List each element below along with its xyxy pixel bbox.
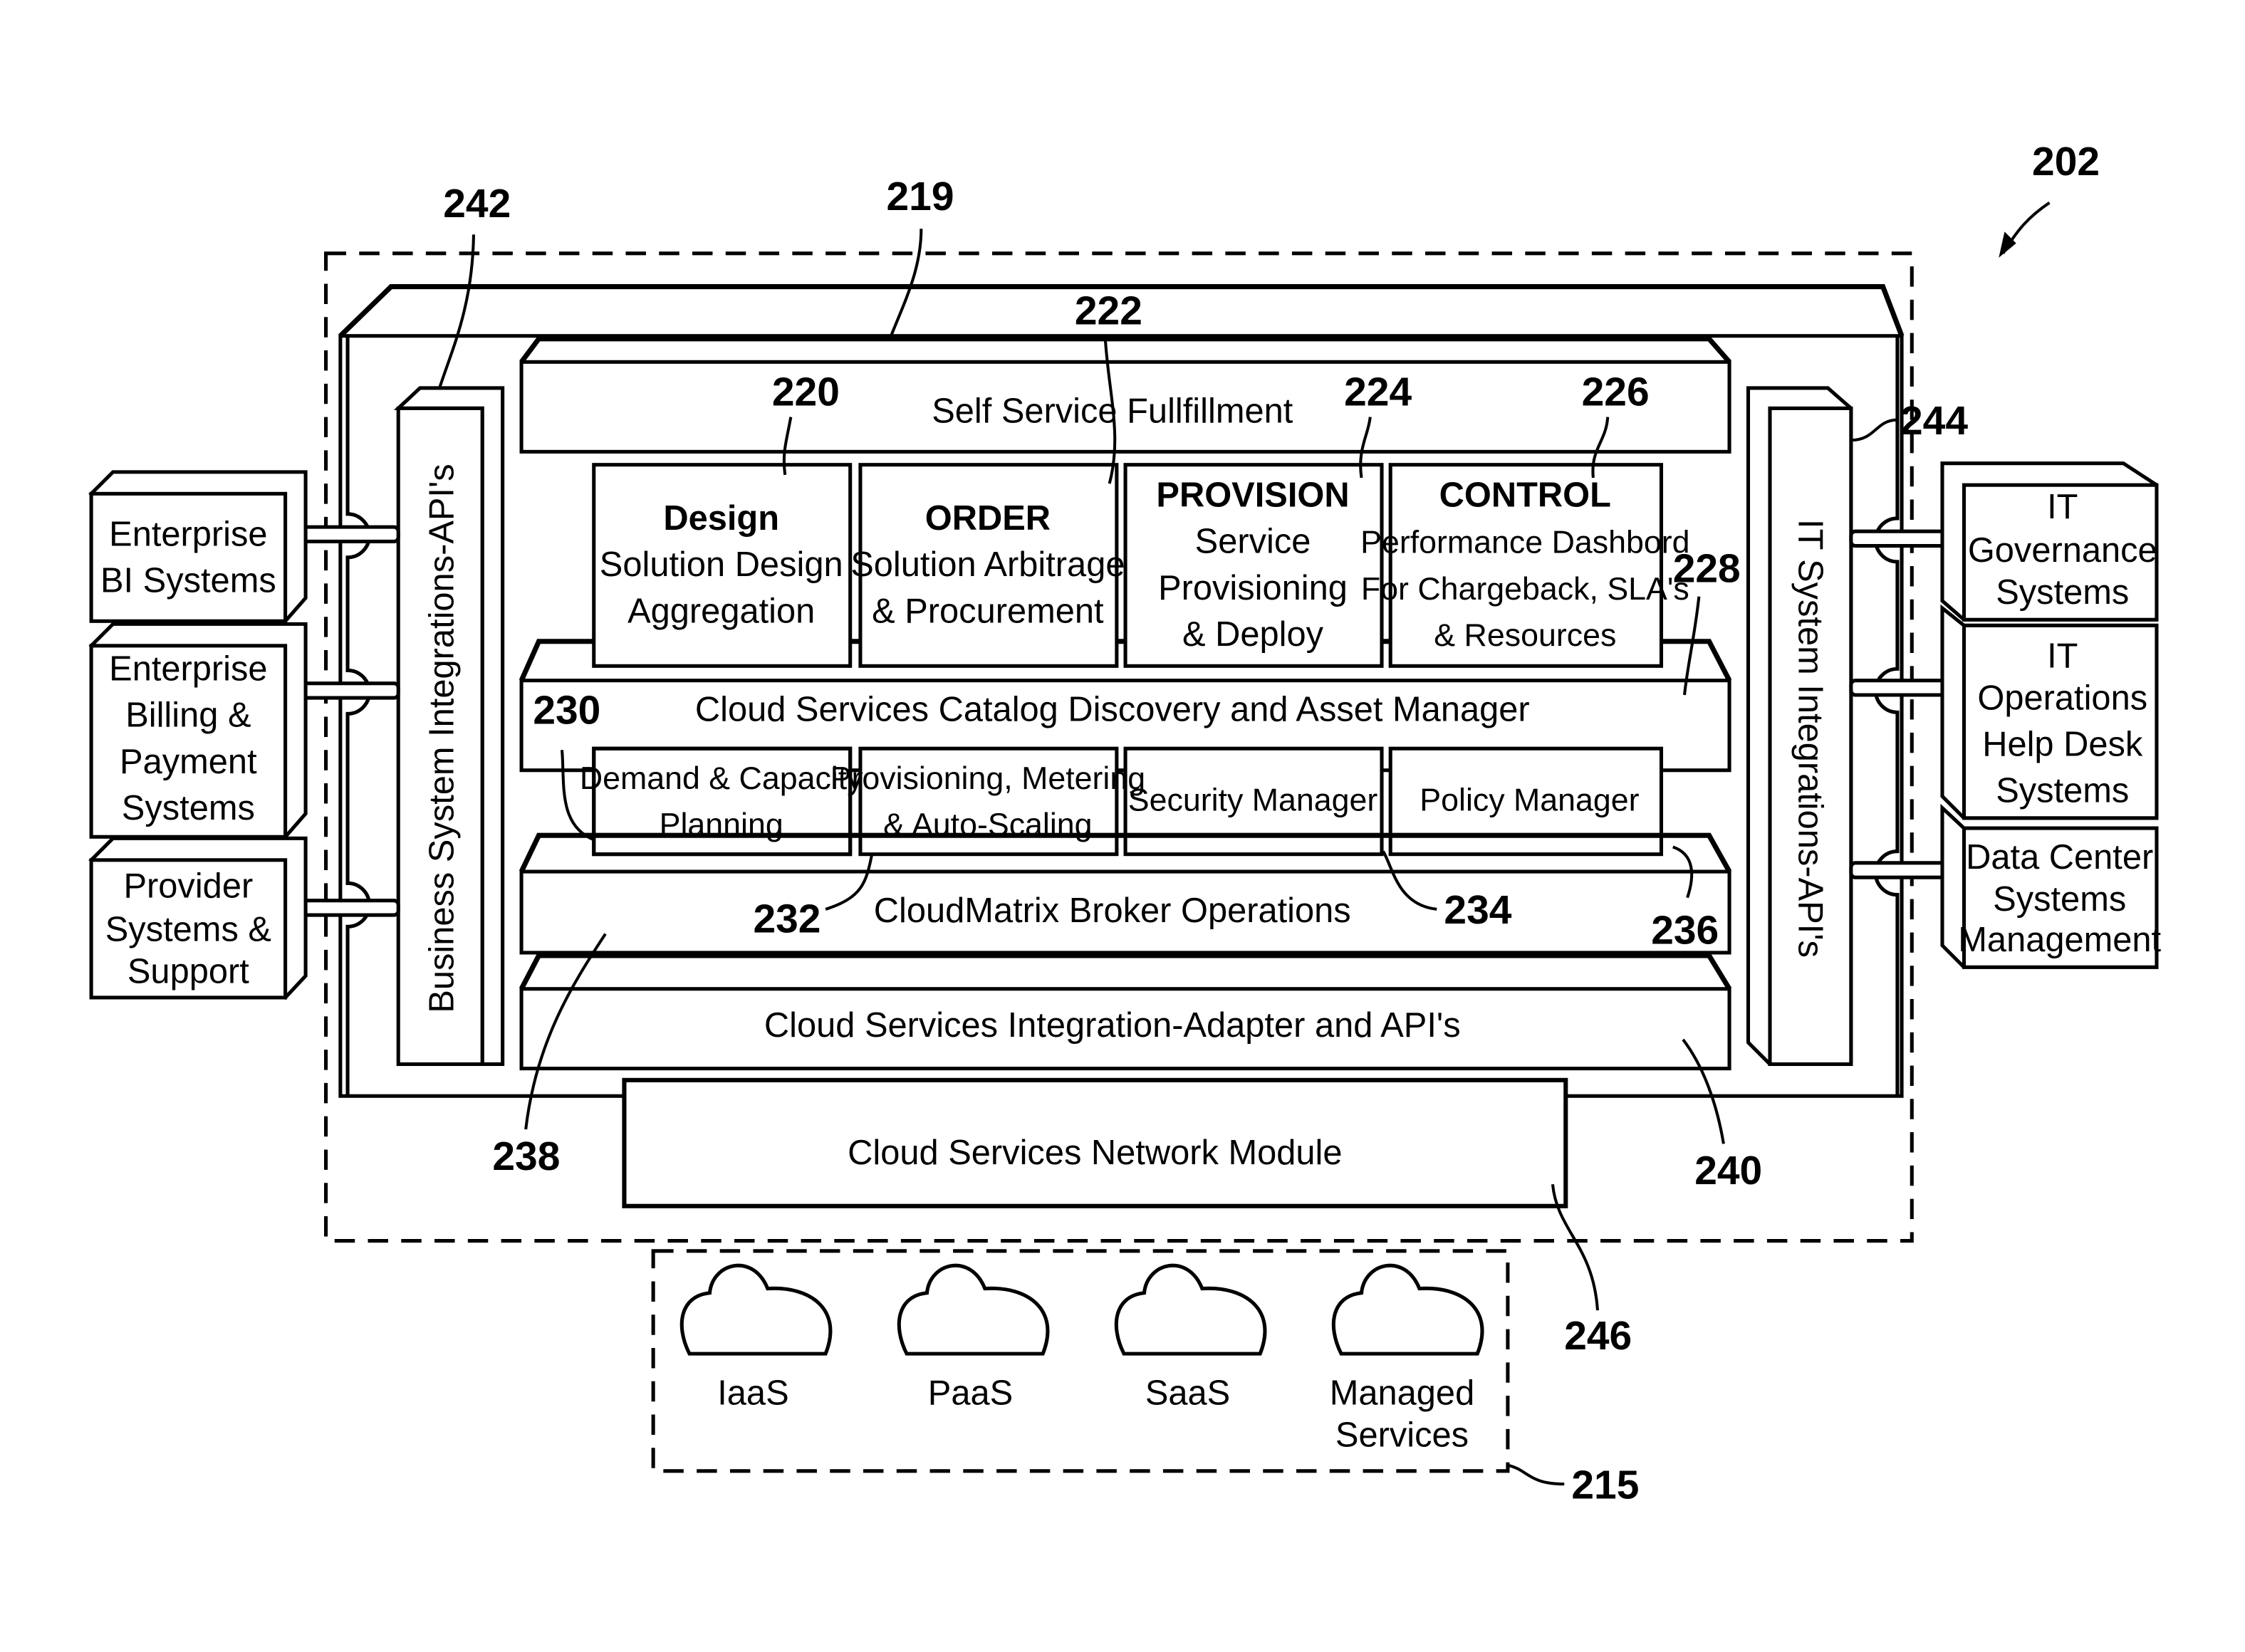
ref-238: 238 xyxy=(492,1134,560,1179)
module-provision-line-2: Provisioning xyxy=(1158,569,1348,607)
module-row: Design Solution Design Aggregation ORDER… xyxy=(592,463,1690,668)
right-system-1-line-1: IT xyxy=(2047,488,2078,526)
ref-220: 220 xyxy=(772,369,840,414)
ref-230: 230 xyxy=(533,688,600,733)
left-system-3-line-3: Support xyxy=(127,953,249,991)
left-system-enterprise-bi[interactable]: Enterprise BI Systems xyxy=(88,470,308,624)
left-system-2-line-2: Billing & xyxy=(125,696,251,735)
module-provision-title: PROVISION xyxy=(1156,476,1349,515)
right-system-2-line-1: IT xyxy=(2047,637,2078,675)
network-module: Cloud Services Network Module xyxy=(622,1077,1568,1208)
ref-242: 242 xyxy=(443,181,511,226)
ref-232: 232 xyxy=(753,896,821,941)
right-system-it-operations[interactable]: IT Operations Help Desk Systems xyxy=(1940,604,2159,820)
ref-222: 222 xyxy=(1075,288,1142,333)
ref-215: 215 xyxy=(1571,1462,1639,1507)
right-system-2-line-3: Help Desk xyxy=(1982,725,2143,763)
left-system-2-line-1: Enterprise xyxy=(109,650,267,689)
left-system-enterprise-billing[interactable]: Enterprise Billing & Payment Systems xyxy=(88,622,308,840)
ref-215-leader xyxy=(1507,1463,1565,1486)
module-order-line-2: & Procurement xyxy=(872,592,1104,630)
cloud-managed-label-2: Services xyxy=(1335,1416,1469,1454)
module-order-title: ORDER xyxy=(925,499,1051,538)
ref-219: 219 xyxy=(887,174,954,219)
cloud-paas[interactable]: PaaS xyxy=(897,1263,1050,1412)
cloud-saas[interactable]: SaaS xyxy=(1114,1263,1267,1412)
manager-demand-line-1: Demand & Capacity xyxy=(580,761,863,796)
left-system-2-line-3: Payment xyxy=(120,743,257,781)
manager-security-label: Security Manager xyxy=(1128,783,1378,818)
broker-operations-label: CloudMatrix Broker Operations xyxy=(874,892,1351,930)
right-system-data-center[interactable]: Data Center Systems Management xyxy=(1940,803,2162,969)
it-system-integrations-column: IT System Integrations-API's xyxy=(1746,386,1853,1067)
right-system-3-line-3: Management xyxy=(1958,921,2161,959)
ref-228: 228 xyxy=(1673,545,1741,591)
module-control-title: CONTROL xyxy=(1439,476,1611,515)
network-module-label: Cloud Services Network Module xyxy=(848,1134,1342,1172)
cloud-icon xyxy=(1331,1263,1484,1356)
business-system-integrations-label: Business System Integrations-API's xyxy=(422,464,461,1013)
cloud-paas-label: PaaS xyxy=(928,1374,1013,1412)
module-control-line-3: & Resources xyxy=(1434,618,1616,653)
module-provision-line-3: & Deploy xyxy=(1182,615,1324,654)
ref-234: 234 xyxy=(1444,887,1511,933)
left-system-1-line-1: Enterprise xyxy=(109,516,267,554)
cloud-iaas[interactable]: IaaS xyxy=(679,1263,833,1412)
module-provision-line-1: Service xyxy=(1195,523,1311,561)
business-system-integrations-column: Business System Integrations-API's xyxy=(393,386,505,1067)
left-system-provider[interactable]: Provider Systems & Support xyxy=(88,836,308,1000)
catalog-discovery-label: Cloud Services Catalog Discovery and Ass… xyxy=(695,691,1530,729)
ref-236: 236 xyxy=(1651,908,1719,953)
ref-202: 202 xyxy=(2032,139,2100,184)
left-system-2-line-4: Systems xyxy=(122,789,255,827)
ref-246: 246 xyxy=(1564,1313,1632,1359)
right-system-3-line-2: Systems xyxy=(1993,880,2126,919)
left-system-3-line-1: Provider xyxy=(124,867,254,906)
module-control-line-2: For Chargeback, SLA's xyxy=(1361,572,1689,607)
right-system-2-line-4: Systems xyxy=(1996,771,2129,810)
cloud-icon xyxy=(897,1263,1050,1356)
left-system-3-line-2: Systems & xyxy=(105,911,271,949)
module-design-line-1: Solution Design xyxy=(600,545,843,584)
ref-244: 244 xyxy=(1900,398,1968,444)
cloud-icon xyxy=(1114,1263,1267,1356)
cloud-iaas-label: IaaS xyxy=(717,1374,788,1412)
ref-224: 224 xyxy=(1344,369,1412,414)
right-system-2-line-2: Operations xyxy=(1977,679,2147,717)
right-system-it-governance[interactable]: IT Governance Systems xyxy=(1940,461,2159,622)
right-system-1-line-2: Governance xyxy=(1968,531,2157,570)
right-system-3-line-1: Data Center xyxy=(1966,838,2153,877)
manager-policy-label: Policy Manager xyxy=(1420,783,1639,818)
cloud-icon xyxy=(679,1263,833,1356)
cloud-managed-label-1: Managed xyxy=(1330,1374,1474,1412)
it-system-integrations-label: IT System Integrations-API's xyxy=(1791,519,1830,958)
cloud-managed-services[interactable]: Managed Services xyxy=(1330,1263,1484,1454)
right-system-1-line-3: Systems xyxy=(1996,573,2129,612)
manager-provisioning-line-1: Provisioning, Metering xyxy=(830,761,1145,796)
cloud-saas-label: SaaS xyxy=(1145,1374,1230,1412)
module-control-line-1: Performance Dashbord xyxy=(1360,526,1689,560)
ref-240: 240 xyxy=(1694,1148,1762,1193)
cloud-broker-architecture-diagram: 202 219 242 Business System Integrations… xyxy=(88,139,2162,1507)
module-order-line-1: Solution Arbitrage xyxy=(850,545,1125,584)
ref-226: 226 xyxy=(1582,369,1650,414)
left-system-1-line-2: BI Systems xyxy=(100,562,276,600)
module-design-title: Design xyxy=(663,499,779,538)
integration-adapter-label: Cloud Services Integration-Adapter and A… xyxy=(764,1006,1461,1045)
module-design-line-2: Aggregation xyxy=(627,592,815,630)
self-service-fulfillment-bar: Self Service Fullfillment xyxy=(519,336,1731,454)
